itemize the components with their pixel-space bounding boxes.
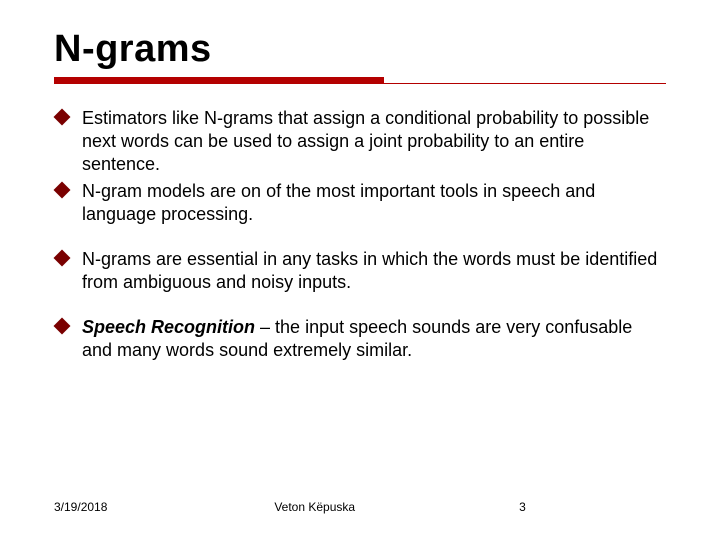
- list-item-lead: Speech Recognition: [82, 317, 255, 337]
- slide: N-grams Estimators like N-grams that ass…: [0, 0, 720, 540]
- list-item: N-gram models are on of the most importa…: [54, 180, 666, 226]
- bullet-icon: [54, 250, 71, 267]
- bullet-list: Estimators like N-grams that assign a co…: [54, 107, 666, 362]
- footer-page-number: 3: [519, 500, 666, 514]
- bullet-icon: [54, 182, 71, 199]
- list-item: Speech Recognition – the input speech so…: [54, 316, 666, 362]
- list-item: N-grams are essential in any tasks in wh…: [54, 248, 666, 294]
- slide-title: N-grams: [54, 28, 666, 71]
- footer-author: Veton Këpuska: [274, 500, 519, 514]
- list-item-text: N-grams are essential in any tasks in wh…: [82, 249, 657, 292]
- slide-footer: 3/19/2018 Veton Këpuska 3: [54, 500, 666, 514]
- slide-body: Estimators like N-grams that assign a co…: [54, 107, 666, 362]
- bullet-icon: [54, 318, 71, 335]
- list-item-text: Estimators like N-grams that assign a co…: [82, 108, 649, 174]
- list-item-text: N-gram models are on of the most importa…: [82, 181, 595, 224]
- title-underline: [54, 77, 666, 87]
- bullet-icon: [54, 109, 71, 126]
- list-item: Estimators like N-grams that assign a co…: [54, 107, 666, 176]
- title-underline-thin: [54, 83, 666, 84]
- footer-date: 3/19/2018: [54, 500, 274, 514]
